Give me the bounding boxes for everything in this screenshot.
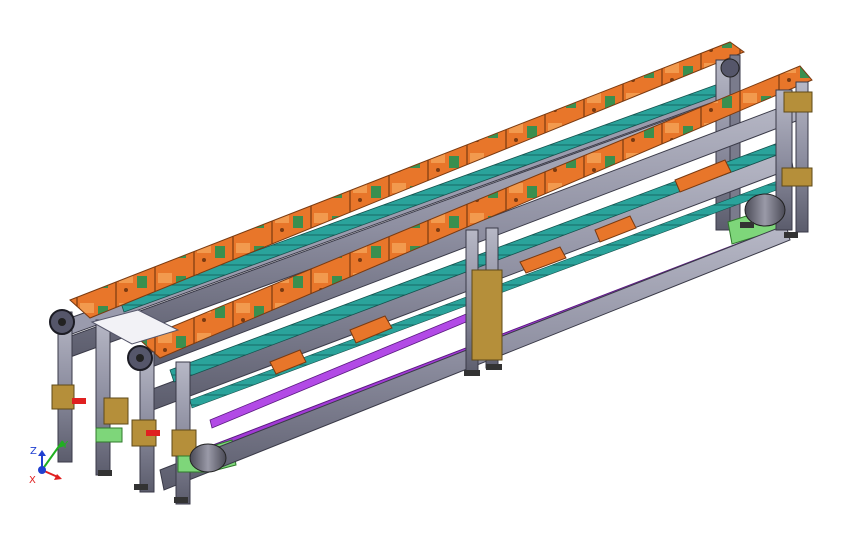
z-axis-label: Z (30, 446, 37, 457)
conveyor-assembly-model[interactable] (0, 0, 867, 533)
triad-origin (38, 466, 46, 474)
right-bracket (783, 91, 813, 113)
middle-support (464, 227, 503, 376)
rear-drive-motor (744, 193, 786, 227)
left-bracket (103, 397, 129, 425)
sensor (72, 398, 86, 404)
x-axis-label: X (29, 475, 36, 486)
left-bracket (51, 384, 75, 410)
middle-bracket (471, 269, 503, 361)
cad-viewport[interactable]: X Y Z (0, 0, 867, 533)
y-axis-label: Y (61, 440, 69, 451)
z-axis-arrow (38, 450, 46, 456)
right-bracket (781, 167, 813, 187)
rear-end-pulley (720, 58, 740, 78)
axis-triad: X Y Z (29, 440, 69, 486)
left-base-plate (95, 427, 123, 443)
sensor (146, 430, 160, 436)
front-drive-motor (189, 443, 227, 473)
